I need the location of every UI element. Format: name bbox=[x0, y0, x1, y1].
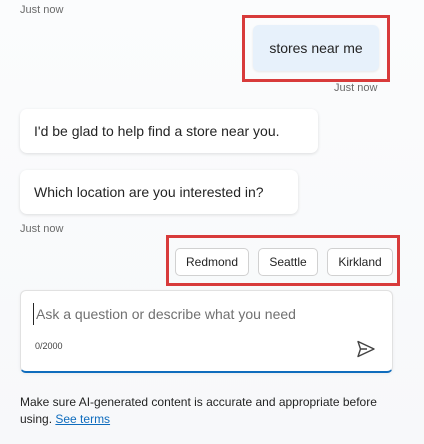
send-icon bbox=[357, 340, 375, 358]
bot-message: Which location are you interested in? bbox=[20, 170, 298, 214]
suggestion-chip-kirkland[interactable]: Kirkland bbox=[327, 248, 393, 276]
user-message-highlight: stores near me bbox=[242, 15, 390, 82]
bot-message: I'd be glad to help find a store near yo… bbox=[20, 109, 318, 153]
suggestion-chip-redmond[interactable]: Redmond bbox=[175, 248, 249, 276]
timestamp-user-message: Just now bbox=[334, 82, 378, 94]
suggestion-chip-seattle[interactable]: Seattle bbox=[258, 248, 318, 276]
message-composer: 0/2000 bbox=[20, 290, 393, 373]
disclaimer: Make sure AI-generated content is accura… bbox=[20, 394, 400, 428]
char-count: 0/2000 bbox=[35, 341, 63, 351]
bot-message-text: Which location are you interested in? bbox=[34, 184, 264, 200]
timestamp-suggestions: Just now bbox=[20, 223, 64, 235]
suggestions-highlight: Redmond Seattle Kirkland bbox=[166, 235, 400, 286]
bot-message-text: I'd be glad to help find a store near yo… bbox=[34, 123, 280, 139]
message-input[interactable] bbox=[33, 303, 376, 325]
timestamp-top: Just now bbox=[20, 4, 64, 16]
see-terms-link[interactable]: See terms bbox=[55, 412, 110, 426]
user-message-text: stores near me bbox=[269, 40, 363, 56]
send-button[interactable] bbox=[355, 339, 377, 359]
user-message-bubble: stores near me bbox=[253, 25, 379, 71]
